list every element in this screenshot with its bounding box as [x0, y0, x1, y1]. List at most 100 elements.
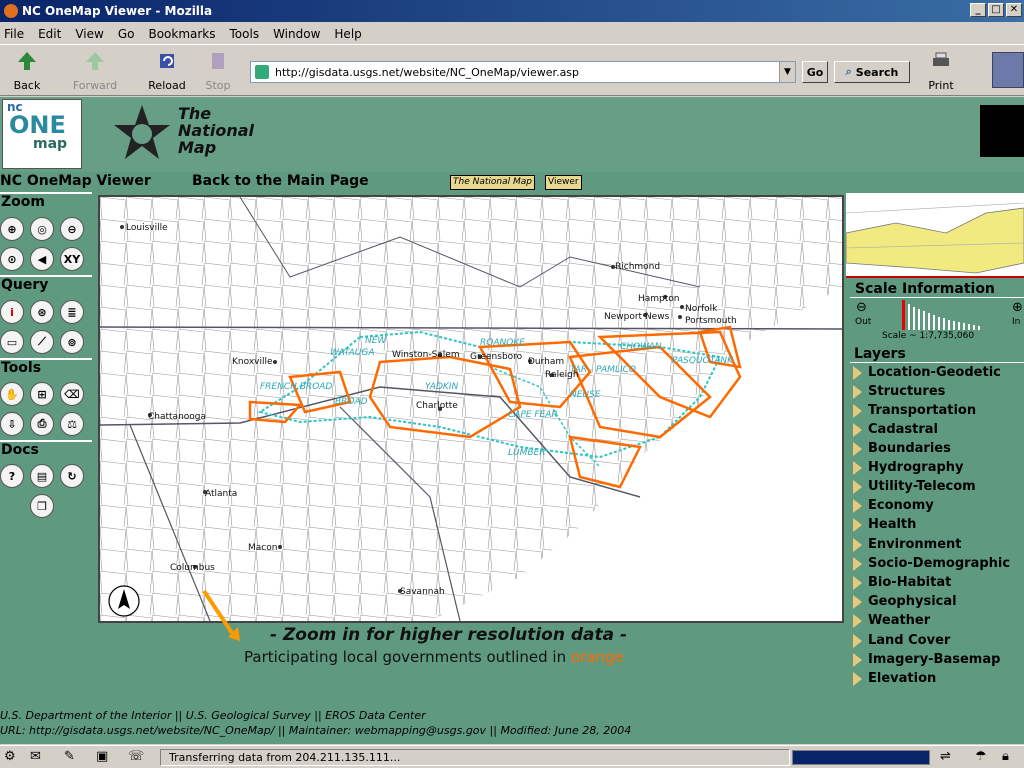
- layer-location-geodetic[interactable]: Location-Geodetic: [853, 363, 1001, 382]
- metadata-doc-tool[interactable]: ▤: [30, 464, 54, 488]
- menu-file[interactable]: File: [4, 27, 24, 41]
- nc-onemap-logo[interactable]: nc ONE map: [2, 99, 82, 169]
- select-rect-tool[interactable]: ▭: [0, 330, 24, 354]
- layer-elevation[interactable]: Elevation: [853, 669, 936, 688]
- hand-pan-tool[interactable]: ✋: [0, 382, 24, 406]
- layer-utility-telecom[interactable]: Utility-Telecom: [853, 477, 976, 496]
- menu-bookmarks[interactable]: Bookmarks: [148, 27, 215, 41]
- viewer-tab[interactable]: Viewer: [545, 175, 582, 190]
- reload-button[interactable]: Reload: [142, 50, 192, 92]
- layer-imagery-basemap[interactable]: Imagery-Basemap: [853, 650, 1000, 669]
- basin-label: BROAD: [335, 397, 368, 407]
- national-map-tab[interactable]: The National Map: [450, 175, 535, 190]
- zoom-out-scale-icon[interactable]: ⊖: [856, 300, 867, 315]
- scale-slider[interactable]: [900, 300, 988, 330]
- layer-weather[interactable]: Weather: [853, 611, 930, 630]
- legend-icon: ⚖: [67, 417, 77, 431]
- select-line-tool[interactable]: ⟋: [30, 330, 54, 354]
- zoom-full-tool[interactable]: ◎: [30, 217, 54, 241]
- expand-triangle-icon: [853, 556, 862, 571]
- pan-tool[interactable]: ⊙: [0, 247, 24, 271]
- erase-tool[interactable]: ⌫: [60, 382, 84, 406]
- progress-bar: [792, 750, 930, 765]
- layer-bio-habitat[interactable]: Bio-Habitat: [853, 573, 951, 592]
- address-book-icon[interactable]: ▣: [96, 749, 108, 764]
- layer-structures[interactable]: Structures: [853, 382, 945, 401]
- menu-edit[interactable]: Edit: [38, 27, 61, 41]
- map-view[interactable]: Louisville Richmond Hampton Norfolk Newp…: [98, 195, 844, 623]
- maximize-button[interactable]: □: [988, 3, 1004, 17]
- mozilla-throbber-icon: [992, 52, 1024, 88]
- zoom-in-tool[interactable]: ⊕: [0, 217, 24, 241]
- address-bar[interactable]: http://gisdata.usgs.net/website/NC_OneMa…: [250, 61, 796, 83]
- expand-triangle-icon: [853, 403, 862, 418]
- layer-geophysical[interactable]: Geophysical: [853, 592, 957, 611]
- buffer-tool[interactable]: ⊚: [60, 330, 84, 354]
- mail-icon[interactable]: ✉: [30, 749, 41, 764]
- book-doc-tool[interactable]: ❐: [30, 494, 54, 518]
- help-icon: ?: [8, 469, 16, 483]
- basin-label: PASQUOTANK: [672, 356, 734, 366]
- search-icon: ⌕: [845, 65, 852, 78]
- print-map-tool[interactable]: ⎙: [30, 412, 54, 436]
- legend-tool[interactable]: ⚖: [60, 412, 84, 436]
- nav-row: NC OneMap Viewer Back to the Main Page T…: [0, 172, 1024, 192]
- expand-triangle-icon: [853, 633, 862, 648]
- composer-icon[interactable]: ✎: [64, 749, 75, 764]
- overview-map[interactable]: [845, 193, 1024, 278]
- layer-socio-demographic[interactable]: Socio-Demographic: [853, 554, 1010, 573]
- forward-button[interactable]: Forward: [70, 50, 120, 92]
- book-icon: ❐: [37, 499, 47, 513]
- zoom-in-scale-icon[interactable]: ⊕: [1012, 300, 1023, 315]
- menu-view[interactable]: View: [75, 27, 103, 41]
- navigator-icon[interactable]: ⚙: [4, 749, 16, 764]
- back-button[interactable]: Back: [2, 50, 52, 92]
- layer-environment[interactable]: Environment: [853, 535, 962, 554]
- back-to-main-link[interactable]: Back to the Main Page: [192, 173, 369, 189]
- close-button[interactable]: ✕: [1006, 3, 1022, 17]
- divider: [850, 297, 1024, 298]
- document-icon: ▤: [36, 469, 48, 483]
- window-title: NC OneMap Viewer - Mozilla: [22, 4, 213, 18]
- menu-window[interactable]: Window: [273, 27, 320, 41]
- query-builder-tool[interactable]: ≣: [60, 300, 84, 324]
- layer-health[interactable]: Health: [853, 515, 916, 534]
- layer-land-cover[interactable]: Land Cover: [853, 631, 950, 650]
- menu-tools[interactable]: Tools: [230, 27, 260, 41]
- back-icon: ◀: [37, 252, 47, 266]
- identify-tool[interactable]: i: [0, 300, 24, 324]
- irc-icon[interactable]: ☏: [128, 749, 144, 764]
- national-map-title: The National Map: [178, 104, 254, 157]
- stop-button[interactable]: Stop: [193, 50, 243, 92]
- download-tool[interactable]: ⇩: [0, 412, 24, 436]
- zoom-out-tool[interactable]: ⊖: [60, 217, 84, 241]
- search-button[interactable]: ⌕ Search: [834, 61, 910, 83]
- zoom-section-title: Zoom: [0, 192, 92, 210]
- go-button[interactable]: Go: [802, 61, 828, 83]
- measure-tool[interactable]: ⊞: [30, 382, 54, 406]
- help-doc-tool[interactable]: ?: [0, 464, 24, 488]
- print-button[interactable]: Print: [916, 50, 966, 92]
- minimize-button[interactable]: _: [970, 3, 986, 17]
- security-icon[interactable]: ☂: [975, 749, 987, 764]
- refresh-doc-tool[interactable]: ↻: [60, 464, 84, 488]
- back-extent-tool[interactable]: ◀: [30, 247, 54, 271]
- url-text: http://gisdata.usgs.net/website/NC_OneMa…: [275, 65, 580, 79]
- menu-go[interactable]: Go: [118, 27, 135, 41]
- menu-help[interactable]: Help: [334, 27, 361, 41]
- map-canvas[interactable]: Louisville Richmond Hampton Norfolk Newp…: [99, 196, 843, 622]
- find-tool[interactable]: ⊛: [30, 300, 54, 324]
- layer-boundaries[interactable]: Boundaries: [853, 439, 951, 458]
- layer-cadastral[interactable]: Cadastral: [853, 420, 938, 439]
- layer-hydrography[interactable]: Hydrography: [853, 458, 964, 477]
- overview-canvas[interactable]: [845, 193, 1024, 276]
- footer-url: URL: http://gisdata.usgs.net/website/NC_…: [0, 724, 632, 737]
- scale-bars-icon: [902, 300, 980, 330]
- online-icon[interactable]: ⇌: [940, 749, 951, 764]
- scale-out-label: Out: [855, 317, 872, 327]
- layer-transportation[interactable]: Transportation: [853, 401, 976, 420]
- layer-economy[interactable]: Economy: [853, 496, 934, 515]
- xy-tool[interactable]: XY: [60, 247, 84, 271]
- url-dropdown-icon[interactable]: ▼: [779, 62, 795, 82]
- back-arrow-icon: [18, 52, 36, 70]
